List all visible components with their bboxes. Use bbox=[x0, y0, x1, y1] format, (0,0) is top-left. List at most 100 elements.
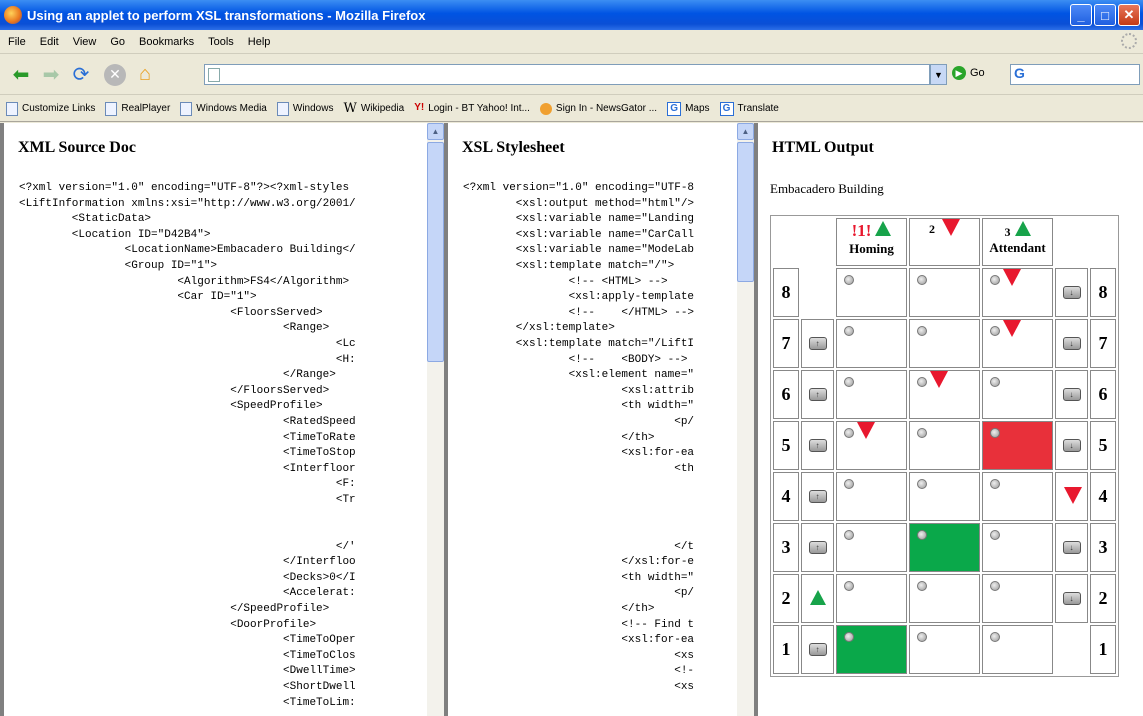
car-position-cell[interactable] bbox=[909, 472, 980, 521]
down-arrow-icon bbox=[1003, 269, 1021, 286]
bookmark-newsgator[interactable]: Sign In - NewsGator ... bbox=[539, 102, 657, 115]
bookmark-wikipedia[interactable]: W Wikipedia bbox=[343, 101, 404, 116]
bookmark-bt-yahoo[interactable]: Y! Login - BT Yahoo! Int... bbox=[414, 102, 530, 116]
car-indicator-dot bbox=[917, 479, 927, 489]
bookmark-customize-links[interactable]: Customize Links bbox=[6, 101, 95, 116]
xml-scrollbar[interactable]: ▲ bbox=[427, 123, 444, 716]
hall-call-cell bbox=[801, 574, 834, 623]
close-button[interactable]: ✕ bbox=[1118, 4, 1140, 26]
car-position-cell[interactable] bbox=[982, 421, 1053, 470]
car-position-cell[interactable] bbox=[836, 625, 907, 674]
car-indicator-dot bbox=[990, 632, 1000, 642]
car-indicator-dot bbox=[917, 530, 927, 540]
hall-call-cell: ↓ bbox=[1055, 319, 1088, 368]
url-field[interactable] bbox=[204, 64, 930, 85]
down-call-button[interactable]: ↓ bbox=[1062, 592, 1081, 605]
car-position-cell[interactable] bbox=[836, 370, 907, 419]
xml-source-frame: XML Source Doc <?xml version="1.0" encod… bbox=[4, 123, 444, 716]
scroll-up-icon[interactable]: ▲ bbox=[737, 123, 754, 140]
floor-label: 5 bbox=[773, 421, 799, 470]
xsl-scrollbar[interactable]: ▲ bbox=[737, 123, 754, 716]
menu-file[interactable]: File bbox=[8, 36, 26, 48]
up-call-button[interactable]: ↑ bbox=[808, 337, 827, 350]
floor-row: 6 ↑ ↓ 6 bbox=[773, 370, 1116, 419]
car-position-cell[interactable] bbox=[982, 574, 1053, 623]
car-position-cell[interactable] bbox=[982, 268, 1053, 317]
bookmark-label: Login - BT Yahoo! Int... bbox=[428, 103, 530, 114]
down-call-button[interactable]: ↓ bbox=[1062, 439, 1081, 452]
down-call-button[interactable]: ↓ bbox=[1062, 541, 1081, 554]
car-position-cell[interactable] bbox=[836, 523, 907, 572]
stop-icon[interactable]: ✕ bbox=[104, 63, 126, 86]
bookmark-windows-media[interactable]: Windows Media bbox=[180, 101, 267, 116]
car-position-cell[interactable] bbox=[836, 319, 907, 368]
car-position-cell[interactable] bbox=[982, 625, 1053, 674]
up-call-button[interactable]: ↑ bbox=[808, 643, 827, 656]
car-position-cell[interactable] bbox=[909, 370, 980, 419]
menu-go[interactable]: Go bbox=[110, 36, 125, 48]
header-spacer bbox=[1055, 218, 1116, 266]
forward-arrow-icon[interactable]: ➡ bbox=[38, 62, 64, 88]
bookmark-realplayer[interactable]: RealPlayer bbox=[105, 101, 170, 116]
page-icon bbox=[180, 101, 193, 116]
car-position-cell[interactable] bbox=[836, 421, 907, 470]
car-position-cell[interactable] bbox=[909, 523, 980, 572]
car-position-cell[interactable] bbox=[836, 574, 907, 623]
car-indicator-dot bbox=[990, 479, 1000, 489]
down-call-button[interactable]: ↓ bbox=[1062, 388, 1081, 401]
menu-edit[interactable]: Edit bbox=[40, 36, 59, 48]
maximize-button[interactable]: □ bbox=[1094, 4, 1116, 26]
title-bar: Using an applet to perform XSL transform… bbox=[0, 0, 1143, 30]
newsgator-icon bbox=[539, 102, 552, 115]
down-arrow-icon bbox=[930, 371, 948, 388]
car-position-cell[interactable] bbox=[909, 268, 980, 317]
car-position-cell[interactable] bbox=[836, 268, 907, 317]
car-header: !1! Homing bbox=[836, 218, 907, 266]
scroll-thumb[interactable] bbox=[427, 142, 444, 362]
scroll-up-icon[interactable]: ▲ bbox=[427, 123, 444, 140]
firefox-icon bbox=[4, 6, 22, 24]
up-call-button[interactable]: ↑ bbox=[808, 439, 827, 452]
car-position-cell[interactable] bbox=[909, 625, 980, 674]
menu-bookmarks[interactable]: Bookmarks bbox=[139, 36, 194, 48]
scroll-thumb[interactable] bbox=[737, 142, 754, 282]
down-call-button[interactable]: ↓ bbox=[1062, 337, 1081, 350]
up-call-button[interactable]: ↑ bbox=[808, 490, 827, 503]
home-icon[interactable]: ⌂ bbox=[132, 62, 158, 88]
bookmark-windows[interactable]: Windows bbox=[276, 101, 333, 116]
up-call-button[interactable]: ↑ bbox=[808, 541, 827, 554]
back-arrow-icon[interactable]: ⬅ bbox=[8, 62, 34, 88]
search-input[interactable]: G bbox=[1010, 64, 1140, 85]
hall-call-cell: ↓ bbox=[1055, 421, 1088, 470]
car-position-cell[interactable] bbox=[982, 523, 1053, 572]
floor-label: 7 bbox=[1090, 319, 1116, 368]
hall-call-cell: ↑ bbox=[801, 319, 834, 368]
car-position-cell[interactable] bbox=[982, 472, 1053, 521]
menu-help[interactable]: Help bbox=[248, 36, 271, 48]
menu-view[interactable]: View bbox=[73, 36, 97, 48]
car-number: !1! bbox=[851, 221, 872, 240]
car-header: 2 bbox=[909, 218, 980, 266]
floor-label: 8 bbox=[773, 268, 799, 317]
bookmark-maps[interactable]: G Maps bbox=[667, 101, 710, 116]
go-button[interactable]: ▶ Go bbox=[952, 66, 985, 80]
floor-row: 2 ↓ 2 bbox=[773, 574, 1116, 623]
hall-call-cell bbox=[1055, 472, 1088, 521]
car-position-cell[interactable] bbox=[982, 319, 1053, 368]
down-call-button[interactable]: ↓ bbox=[1062, 286, 1081, 299]
menu-tools[interactable]: Tools bbox=[208, 36, 234, 48]
car-position-cell[interactable] bbox=[909, 574, 980, 623]
car-position-cell[interactable] bbox=[982, 370, 1053, 419]
car-position-cell[interactable] bbox=[909, 421, 980, 470]
car-position-cell[interactable] bbox=[909, 319, 980, 368]
url-dropdown-button[interactable]: ▼ bbox=[930, 64, 947, 85]
navigation-toolbar: ⬅ ➡ ⟳ ✕ ⌂ ▼ ▶ Go G bbox=[0, 55, 1143, 95]
up-call-button[interactable]: ↑ bbox=[808, 388, 827, 401]
go-label: Go bbox=[970, 67, 985, 79]
page-content: XML Source Doc <?xml version="1.0" encod… bbox=[0, 123, 1143, 716]
reload-icon[interactable]: ⟳ bbox=[68, 62, 94, 88]
minimize-button[interactable]: _ bbox=[1070, 4, 1092, 26]
bookmark-translate[interactable]: G Translate bbox=[719, 101, 779, 116]
bookmark-label: Maps bbox=[685, 103, 710, 114]
car-position-cell[interactable] bbox=[836, 472, 907, 521]
